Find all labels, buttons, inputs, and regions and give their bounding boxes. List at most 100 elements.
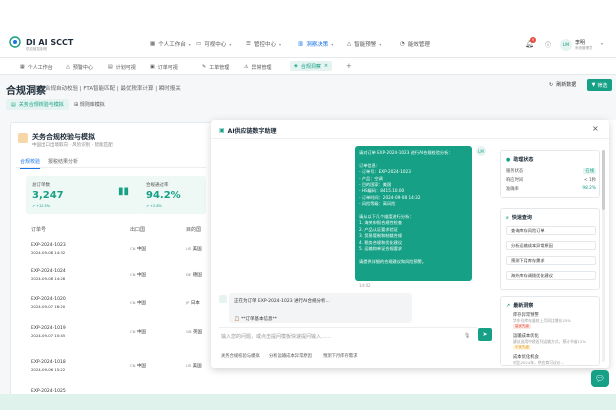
status-card: ● 助理状态 服务状态 在线 响应时间 < 1秒 准确率 98.2% <box>500 150 600 198</box>
chevron-down-icon: ▾ <box>379 41 382 47</box>
chat-icon: 💬︎ <box>594 374 606 383</box>
nav-item-visual[interactable]: ▭ 可视中心 ▾ <box>196 40 231 48</box>
stat-total-orders: 总订单数 3,247 ↗ +12.5% ▮▮ <box>26 176 144 214</box>
table-row[interactable]: EXP-2024-1020 2024-09-07 16:20 CN 中国 JP … <box>26 294 226 322</box>
user-message: 请对订单 EXP-2024-1023 进行AI合规校验分析： 订单信息： - 订… <box>355 146 472 281</box>
tab-exception[interactable]: ⚠ 异常管理 <box>244 62 272 72</box>
tab-workorder[interactable]: ✎ 工单管理 <box>202 62 229 72</box>
quick-query-button[interactable]: 查询库存风险订单 <box>506 226 596 235</box>
tab-order[interactable]: ▣ 订单可视 <box>150 62 178 72</box>
bot-message: 正在为订单 EXP-2024-1023 进行AI合规分析... 📋 **订单基本… <box>229 293 412 323</box>
card-subtitle: 中国出口出境取向 · 风险识别 · 智能匹配 <box>32 143 113 148</box>
refresh-icon: ↻ <box>549 81 554 88</box>
chevron-down-icon: ▾ <box>331 41 334 47</box>
brand-subtitle: 供应链控制塔 <box>26 47 47 51</box>
page-subtitle: 合规自动校验 | FTA智能匹配 | 最优税率计算 | 瞬时报关 <box>45 86 181 92</box>
user-role: 系统管理员 <box>575 46 593 50</box>
user-avatar: LM <box>476 146 486 156</box>
priority-tag: 中优先级 <box>513 345 531 350</box>
add-tab-icon[interactable]: + <box>346 62 352 70</box>
status-badge: 在线 <box>583 168 596 174</box>
column-header: 订单号 <box>31 227 47 233</box>
mic-icon[interactable]: 🎙︎ <box>464 333 470 339</box>
logo-icon <box>9 36 21 48</box>
filter-button[interactable]: ▼ 筛选 <box>587 79 612 91</box>
close-icon[interactable]: × <box>592 124 599 133</box>
customs-icon <box>18 133 28 143</box>
send-button[interactable]: ➤ <box>478 328 492 341</box>
priority-tag: 高优先级 <box>513 324 531 329</box>
gauge-icon: ◔ <box>400 41 405 47</box>
insights-card: ↗ 最新洞察 库存异常预警 华东仓库存量较上月同比增长25% 高优先级 运输成本优… <box>500 296 600 366</box>
subtab-rules[interactable]: ⊞ 规则库模拟 <box>74 101 105 108</box>
trend-icon: ↗ <box>506 302 511 309</box>
user-name: 李明 <box>575 40 586 46</box>
top-bar <box>0 0 616 58</box>
stat-pass-rate: 合规通过率 94.2% ↗ +2.8% <box>142 176 206 214</box>
table-row[interactable]: EXP-2024-1023 2024-09-08 14:32 CN 中国 US … <box>26 240 226 268</box>
assistant-float-button[interactable]: 💬︎ <box>591 370 609 387</box>
divider <box>16 167 206 168</box>
avatar[interactable]: LM <box>560 39 572 51</box>
tab-alert[interactable]: △ 预警中心 <box>66 62 93 72</box>
tab-compliance[interactable]: ◈ 合规洞察 × <box>290 61 333 71</box>
bar-chart-icon: ▮▮ <box>118 186 130 197</box>
divider <box>211 138 609 139</box>
bell-icon: △ <box>347 41 352 47</box>
doc-icon: ▤ <box>11 101 16 108</box>
sliders-icon: ☰ <box>246 41 251 47</box>
suggestion-chip[interactable]: 分析运输成本异常原因 <box>269 353 312 359</box>
monitor-icon: ▭ <box>196 41 202 47</box>
tab-tax-analysis[interactable]: 报税结果分析 <box>48 158 78 165</box>
subtab-compliance[interactable]: ▤ 关务合规校验与模拟 <box>6 99 69 110</box>
bell-icon: △ <box>66 64 70 70</box>
nav-item-energy[interactable]: ◔ 能效管理 <box>400 40 430 48</box>
status-icon: ● <box>506 156 511 163</box>
calendar-icon: ▤ <box>108 64 113 70</box>
search-icon: ⌕ <box>506 214 509 221</box>
chevron-down-icon: ▾ <box>278 41 281 47</box>
nav-item-workbench[interactable]: ▦ 个人工作台 ▾ <box>150 40 191 48</box>
column-header: 出口国 <box>130 227 146 233</box>
cart-icon: ▣ <box>150 64 155 70</box>
table-row[interactable]: EXP-2024-1024 2024-09-08 14:28 CN 中国 DE … <box>26 266 226 294</box>
warning-icon: ⚠ <box>244 64 249 70</box>
nav-item-insight[interactable]: ▥ 洞察决策 ▾ <box>298 40 333 48</box>
grid-icon: ▦ <box>150 41 156 47</box>
quick-query-button[interactable]: 预测下月库存需求 <box>506 256 596 265</box>
table-row[interactable]: EXP-2024-1018 2024-09-06 15:22 CN 中国 US … <box>26 357 226 385</box>
brand-name: DI AI SCCT <box>26 38 74 47</box>
close-icon[interactable]: × <box>324 63 328 69</box>
tab-workbench[interactable]: ▦ 个人工作台 <box>20 62 53 72</box>
card-title: 关务合规校验与模拟 <box>32 133 95 141</box>
shield-icon: ◈ <box>294 63 298 69</box>
dialog-title: ▣ AI供应链数字助理 <box>219 127 277 135</box>
message-time: 14:02 <box>359 283 371 288</box>
bottom-strip <box>0 394 616 410</box>
scrollbar-thumb[interactable] <box>602 150 605 210</box>
chat-input[interactable]: 输入您的问题，或点击提问模板快速提问输入…… <box>219 327 477 343</box>
assistant-icon: ▣ <box>219 127 225 134</box>
quick-query-card: ⌕ 快速查询 查询库存风险订单 分析运输成本异常原因 预测下月库存需求 海外库存调… <box>500 208 600 290</box>
nav-item-control[interactable]: ☰ 管控中心 ▾ <box>246 40 281 48</box>
notification-badge: 9 <box>530 37 536 43</box>
chevron-down-icon[interactable]: ▾ <box>601 41 603 46</box>
tab-plan[interactable]: ▤ 计划可视 <box>108 62 136 72</box>
filter-icon: ▼ <box>591 82 596 88</box>
refresh-button[interactable]: ↻ 刷新数据 <box>549 81 576 89</box>
suggestion-chip[interactable]: 预测下月库存需求 <box>323 353 357 359</box>
column-header: 目的国 <box>186 227 202 233</box>
wrench-icon: ✎ <box>202 64 207 70</box>
table-row[interactable]: EXP-2024-1019 2024-09-07 10:45 CN 中国 GB … <box>26 323 226 351</box>
suggestion-chip[interactable]: 关务合规校验与模拟 <box>221 353 260 359</box>
grid-icon: ▦ <box>20 64 25 70</box>
quick-query-button[interactable]: 分析运输成本异常原因 <box>506 241 596 250</box>
chevron-down-icon: ▾ <box>188 41 191 47</box>
nav-item-alert[interactable]: △ 智能预警 ▾ <box>347 40 381 48</box>
rules-icon: ⊞ <box>74 102 79 108</box>
chevron-down-icon: ▾ <box>229 41 232 47</box>
quick-query-button[interactable]: 海外库存调拨优化建议 <box>506 271 596 280</box>
chart-icon: ▥ <box>298 41 304 47</box>
help-icon[interactable]: ⓘ <box>545 40 551 49</box>
send-icon: ➤ <box>482 331 488 338</box>
